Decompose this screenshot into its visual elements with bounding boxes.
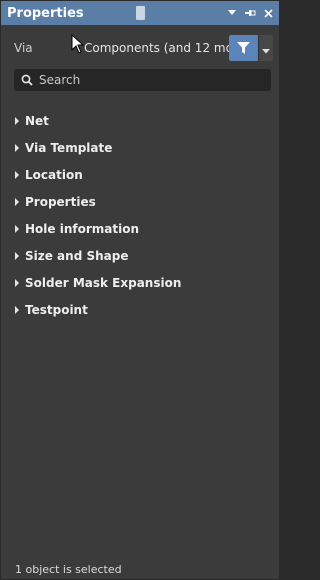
expand-caret-icon <box>15 143 19 152</box>
property-sections: Net Via Template Location Properties Hol… <box>1 107 279 323</box>
section-properties[interactable]: Properties <box>1 188 279 215</box>
titlebar-controls <box>225 4 275 22</box>
expand-caret-icon <box>15 224 19 233</box>
search-input[interactable] <box>39 73 239 87</box>
funnel-icon <box>237 39 250 58</box>
panel-titlebar[interactable]: Properties <box>1 1 279 25</box>
search-icon <box>21 74 33 86</box>
section-label: Location <box>25 167 83 182</box>
panel-title: Properties <box>7 5 84 21</box>
section-label: Solder Mask Expansion <box>25 275 182 290</box>
close-icon[interactable] <box>261 4 275 22</box>
section-label: Via Template <box>25 140 113 155</box>
section-net[interactable]: Net <box>1 107 279 134</box>
filter-dropdown-button[interactable] <box>258 35 273 61</box>
filter-scope-link[interactable]: Components (and 12 more) <box>84 41 250 55</box>
section-label: Size and Shape <box>25 248 129 263</box>
mouse-cursor-icon <box>71 34 85 54</box>
section-location[interactable]: Location <box>1 161 279 188</box>
properties-panel: Properties Via Components (and 12 more) … <box>0 0 280 580</box>
object-filter-row: Via Components (and 12 more) <box>1 35 279 61</box>
expand-caret-icon <box>15 170 19 179</box>
section-label: Hole information <box>25 221 139 236</box>
section-label: Net <box>25 113 49 128</box>
section-solder-mask-expansion[interactable]: Solder Mask Expansion <box>1 269 279 296</box>
drag-handle[interactable] <box>136 6 145 20</box>
section-hole-information[interactable]: Hole information <box>1 215 279 242</box>
chevron-down-icon[interactable] <box>225 4 239 22</box>
expand-caret-icon <box>15 305 19 314</box>
expand-caret-icon <box>15 251 19 260</box>
expand-caret-icon <box>15 197 19 206</box>
selection-status: 1 object is selected <box>15 563 122 576</box>
pin-icon[interactable] <box>243 4 257 22</box>
object-type-label: Via <box>14 41 33 55</box>
section-label: Properties <box>25 194 96 209</box>
chevron-down-icon <box>262 39 270 58</box>
expand-caret-icon <box>15 116 19 125</box>
section-via-template[interactable]: Via Template <box>1 134 279 161</box>
filter-button[interactable] <box>229 35 258 61</box>
section-size-and-shape[interactable]: Size and Shape <box>1 242 279 269</box>
expand-caret-icon <box>15 278 19 287</box>
section-testpoint[interactable]: Testpoint <box>1 296 279 323</box>
search-field[interactable] <box>14 69 271 91</box>
section-label: Testpoint <box>25 302 88 317</box>
